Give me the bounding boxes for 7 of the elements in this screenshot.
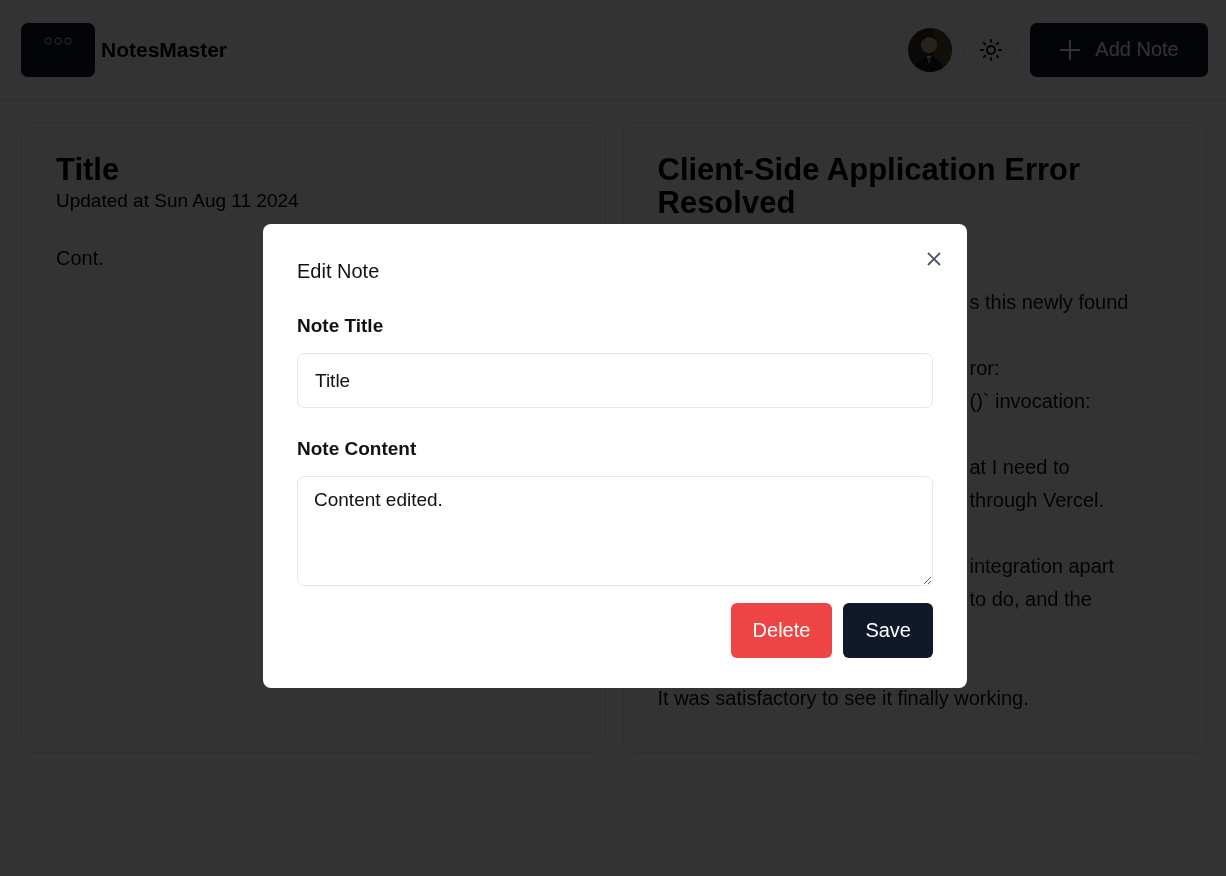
title-field[interactable]: Title	[297, 353, 933, 408]
content-field[interactable]: Content edited.	[297, 476, 933, 586]
delete-button[interactable]: Delete	[730, 603, 833, 658]
field-label: Note Content	[297, 438, 418, 460]
field-label: Note Title	[297, 315, 385, 337]
dialog-title: Edit Note	[297, 260, 381, 283]
save-button[interactable]: Save	[843, 603, 933, 658]
